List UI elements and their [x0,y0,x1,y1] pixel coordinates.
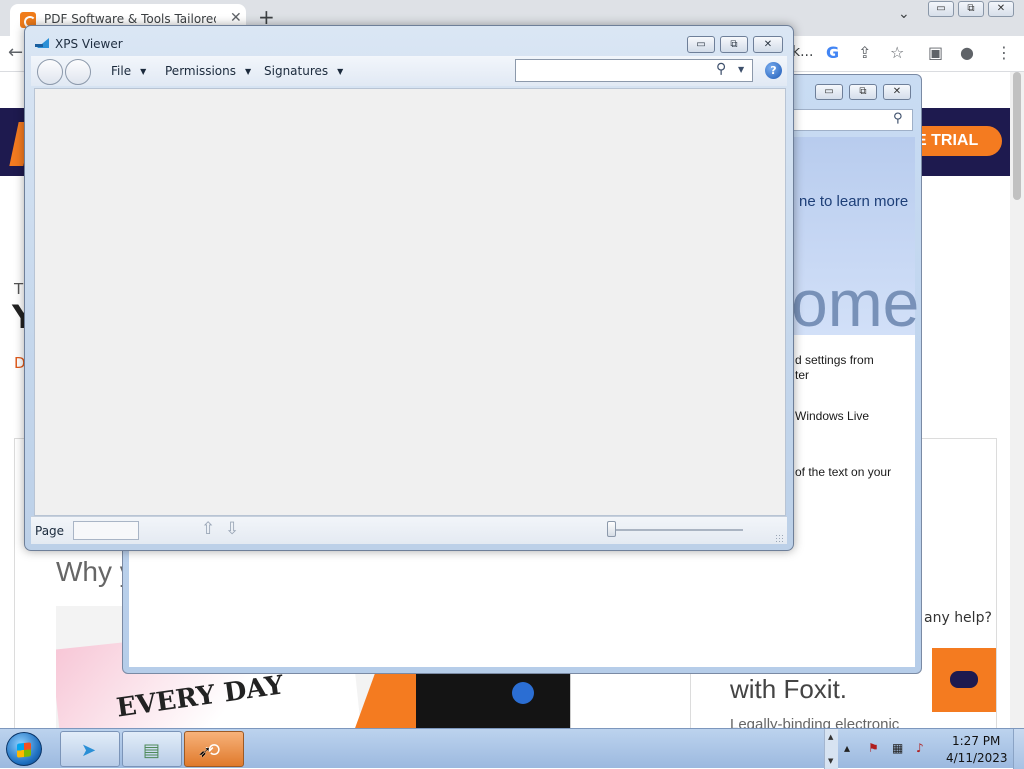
taskbar-windows-live[interactable]: ▤ [122,731,182,767]
google-icon[interactable]: G [826,43,839,62]
browser-tab-title: PDF Software & Tools Tailored to [44,12,216,26]
resize-grip-icon[interactable] [775,534,783,542]
browser-close-button[interactable]: ✕ [988,1,1014,17]
hero-eyebrow: T [14,280,24,298]
wl-close-button[interactable]: ✕ [883,84,911,100]
tray-scroll-down-icon[interactable]: ▼ [828,757,833,765]
taskbar-foxit[interactable]: ⟲ [184,731,244,767]
profile-icon[interactable]: ● [960,43,974,62]
star-icon[interactable]: ☆ [890,43,904,62]
window-title: XPS Viewer [55,37,123,51]
page-number-input[interactable] [73,521,139,540]
more-icon[interactable]: ⋮ [996,43,1012,62]
search-icon[interactable]: ⚲ [893,111,903,126]
command-bar: File ▼ Permissions ▼ Signatures ▼ ⚲ ▼ ? [31,56,787,86]
network-icon[interactable]: ▦ [892,741,903,755]
show-desktop-button[interactable] [1013,729,1024,769]
xps-viewer-app-icon [35,38,51,48]
signatures-menu-label: Signatures [264,64,329,78]
chat-bubble-icon[interactable] [932,648,996,712]
zoom-slider-thumb[interactable] [607,521,616,537]
search-icon[interactable]: ⚲ [716,61,726,77]
tab-search-chevron-icon[interactable]: ⌄ [898,6,910,22]
clock-date[interactable]: 4/11/2023 [946,751,1008,765]
back-button[interactable] [37,59,63,85]
wl-maximize-button[interactable]: ⧉ [849,84,877,100]
back-arrow-icon[interactable]: ← [8,42,23,63]
collage-document [570,670,660,728]
mouse-pointer-icon: ➶ [198,742,212,761]
browser-minimize-button[interactable]: ▭ [928,1,954,17]
wl-settings-line-2: ter [795,368,810,382]
action-center-icon[interactable]: ⚑ [868,741,879,755]
minimize-button[interactable]: ▭ [687,36,715,53]
xps-viewer-taskbar-icon: ➤ [81,740,97,761]
chevron-down-icon: ▼ [244,67,252,76]
tray-scroll[interactable]: ▲ ▼ [824,729,838,769]
permissions-menu-label: Permissions [165,64,236,78]
search-input[interactable] [518,61,708,80]
page-label: Page [35,524,65,538]
next-page-arrow-icon[interactable]: ⇩ [225,519,239,539]
start-button[interactable] [6,732,42,766]
close-tab-icon[interactable]: ✕ [230,10,242,26]
search-box[interactable]: ⚲ ▼ [515,59,753,82]
volume-muted-icon[interactable]: ♪ [916,741,924,755]
share-icon[interactable]: ⇪ [858,43,871,62]
windows-live-taskbar-icon: ▤ [143,740,161,761]
previous-page-arrow-icon[interactable]: ⇧ [201,519,215,539]
wl-minimize-button[interactable]: ▭ [815,84,843,100]
taskbar-xps-viewer[interactable]: ➤ [60,731,120,767]
file-menu-label: File [111,64,132,78]
zoom-slider-track[interactable] [609,529,743,531]
close-button[interactable]: ✕ [753,36,783,53]
search-options-chevron-icon[interactable]: ▼ [738,65,744,74]
clock-time[interactable]: 1:27 PM [952,734,1000,748]
taskbar: ➤ ▤ ⟲ ▲ ▼ ▴ ⚑ ▦ ♪ 1:27 PM 4/11/2023 [0,728,1024,769]
document-viewer-area[interactable] [34,88,786,516]
signatures-menu[interactable]: Signatures ▼ [264,64,343,78]
tray-scroll-up-icon[interactable]: ▲ [828,733,833,741]
help-icon[interactable]: ? [765,62,782,79]
file-menu[interactable]: File ▼ [111,64,146,78]
status-bar: Page ⇧ ⇩ [31,516,787,544]
permissions-menu[interactable]: Permissions ▼ [165,64,251,78]
forward-button[interactable] [65,59,91,85]
chevron-down-icon: ▼ [337,67,344,76]
chat-prompt: any help? [918,604,996,632]
wl-welcome-text: ome [791,266,920,340]
collage-dark-photo [416,672,576,728]
browser-restore-button[interactable]: ⧉ [958,1,984,17]
show-hidden-icons-icon[interactable]: ▴ [844,741,850,755]
chevron-down-icon: ▼ [140,67,147,76]
browser-window-controls: ▭ ⧉ ✕ [928,0,1020,18]
wl-text-line: of the text on your [795,465,892,479]
page-scrollbar[interactable] [1010,72,1024,728]
address-bar-fragment[interactable]: k... [792,44,813,60]
wl-settings-line-1: d settings from [795,353,874,367]
why-heading: Why y [56,556,124,587]
scrollbar-thumb[interactable] [1013,72,1021,200]
xps-viewer-window: XPS Viewer ▭ ⧉ ✕ File ▼ Permissions ▼ Sign… [24,25,794,551]
sidepanel-icon[interactable]: ▣ [928,43,943,62]
wl-learn-more-text: ne to learn more [799,193,909,210]
with-foxit-heading: with Foxit. [730,674,848,704]
maximize-button[interactable]: ⧉ [720,36,748,53]
wl-windows-live-line: Windows Live [795,409,870,423]
